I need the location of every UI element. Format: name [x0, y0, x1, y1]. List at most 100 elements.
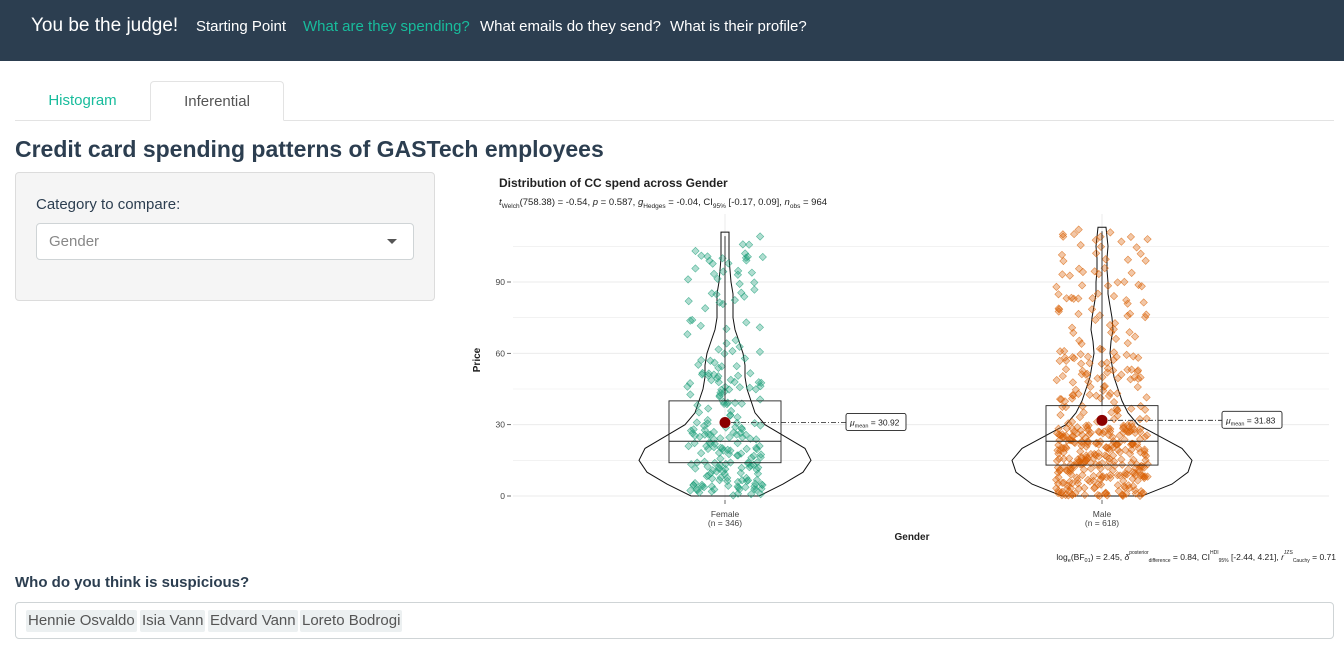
navbar: You be the judge! Starting Point What ar… [0, 0, 1344, 61]
data-point [755, 323, 764, 332]
data-point [1085, 390, 1094, 399]
data-point [1083, 352, 1093, 361]
data-point [1109, 291, 1119, 301]
suspect-tag[interactable]: Hennie Osvaldo [26, 610, 137, 632]
data-point [1142, 414, 1151, 423]
sidebar-panel: Category to compare: Gender [15, 172, 435, 301]
data-point [1065, 271, 1074, 280]
data-point [724, 259, 733, 268]
suspect-tag[interactable]: Edvard Vann [208, 610, 298, 632]
suspect-tag[interactable]: Isia Vann [140, 610, 206, 632]
data-point [1113, 278, 1122, 287]
data-point [716, 454, 725, 463]
nav-item-starting-point[interactable]: Starting Point [196, 18, 286, 35]
data-point [1058, 371, 1067, 381]
data-point [720, 349, 729, 358]
data-point [1076, 241, 1085, 250]
data-point [722, 324, 731, 333]
chart-caption: loge(BF01) = 2.45, δposteriordifference … [1056, 550, 1336, 564]
data-point [1058, 270, 1067, 279]
data-point [1136, 249, 1145, 258]
data-point [746, 369, 755, 378]
data-point [1061, 365, 1071, 374]
suspects-input[interactable]: Hennie Osvaldo Isia Vann Edvard Vann Lor… [15, 602, 1334, 639]
category-select-value: Gender [49, 233, 100, 250]
data-point [719, 267, 728, 276]
data-point [1130, 332, 1140, 341]
suspect-tag[interactable]: Loreto Bodrogi [300, 610, 403, 632]
data-point [686, 390, 695, 399]
x-tick-n-label: (n = 618) [1085, 518, 1119, 528]
data-point [1059, 256, 1068, 266]
data-point [1143, 235, 1152, 244]
data-point [1142, 393, 1151, 402]
data-point [737, 463, 746, 472]
navbar-brand[interactable]: You be the judge! [31, 15, 178, 37]
data-point [1068, 378, 1077, 387]
data-point [697, 449, 706, 458]
data-point [1127, 268, 1136, 278]
data-point [1106, 228, 1115, 237]
data-point [691, 264, 700, 273]
nav-item-profile[interactable]: What is their profile? [670, 18, 807, 35]
data-point [742, 444, 751, 453]
data-point [1127, 404, 1136, 413]
tab-inferential[interactable]: Inferential [150, 81, 284, 121]
data-point [684, 297, 693, 306]
data-point [1141, 256, 1150, 265]
data-point [1054, 290, 1063, 299]
data-point [693, 401, 702, 410]
data-point [1125, 328, 1134, 337]
mean-point [719, 416, 731, 428]
tab-histogram[interactable]: Histogram [15, 81, 150, 120]
data-point [696, 321, 705, 330]
data-point [1080, 483, 1089, 492]
y-tick-label: 30 [496, 420, 506, 430]
data-point [1087, 305, 1097, 314]
data-point [1074, 294, 1083, 303]
nav-item-emails[interactable]: What emails do they send? [480, 18, 661, 35]
category-select[interactable]: Gender [36, 223, 414, 260]
data-point [740, 354, 750, 363]
data-point [734, 371, 743, 380]
data-point [750, 285, 759, 294]
data-point [755, 347, 765, 356]
chevron-down-icon[interactable] [387, 239, 397, 244]
data-point [1103, 281, 1113, 290]
data-point [697, 251, 706, 260]
data-point [1076, 350, 1085, 359]
data-point [735, 342, 744, 351]
chart-subtitle: tWelch(758.38) = -0.54, p = 0.587, gHedg… [499, 197, 827, 210]
data-point [1120, 277, 1129, 286]
violin-chart: Distribution of CC spend across Gender tW… [472, 176, 1336, 564]
data-point [1122, 350, 1131, 359]
data-point [1117, 455, 1126, 464]
data-point [1077, 359, 1086, 368]
data-point [1078, 281, 1087, 290]
category-label: Category to compare: [36, 196, 181, 213]
y-axis-label: Price [472, 347, 483, 372]
data-point [714, 345, 723, 354]
x-axis-label: Gender [894, 532, 929, 543]
nav-item-spending[interactable]: What are they spending? [303, 18, 470, 35]
data-point [1101, 255, 1110, 264]
data-point [1113, 481, 1122, 490]
data-point [747, 268, 756, 277]
chart-area: Distribution of CC spend across Gender tW… [465, 172, 1344, 572]
data-point [1132, 243, 1141, 252]
data-point [758, 252, 767, 262]
data-point [1076, 447, 1085, 456]
x-tick-n-label: (n = 346) [708, 518, 742, 528]
data-point [735, 383, 744, 392]
page-title: Credit card spending patterns of GASTech… [15, 136, 604, 162]
data-point [704, 404, 713, 413]
data-point [691, 246, 700, 256]
mean-point [1096, 414, 1108, 426]
y-tick-label: 60 [496, 348, 506, 358]
data-point [1111, 334, 1121, 343]
data-point [1056, 410, 1065, 420]
data-point [732, 362, 741, 371]
data-point [733, 413, 742, 422]
data-point [1092, 249, 1101, 258]
data-point [683, 330, 692, 339]
